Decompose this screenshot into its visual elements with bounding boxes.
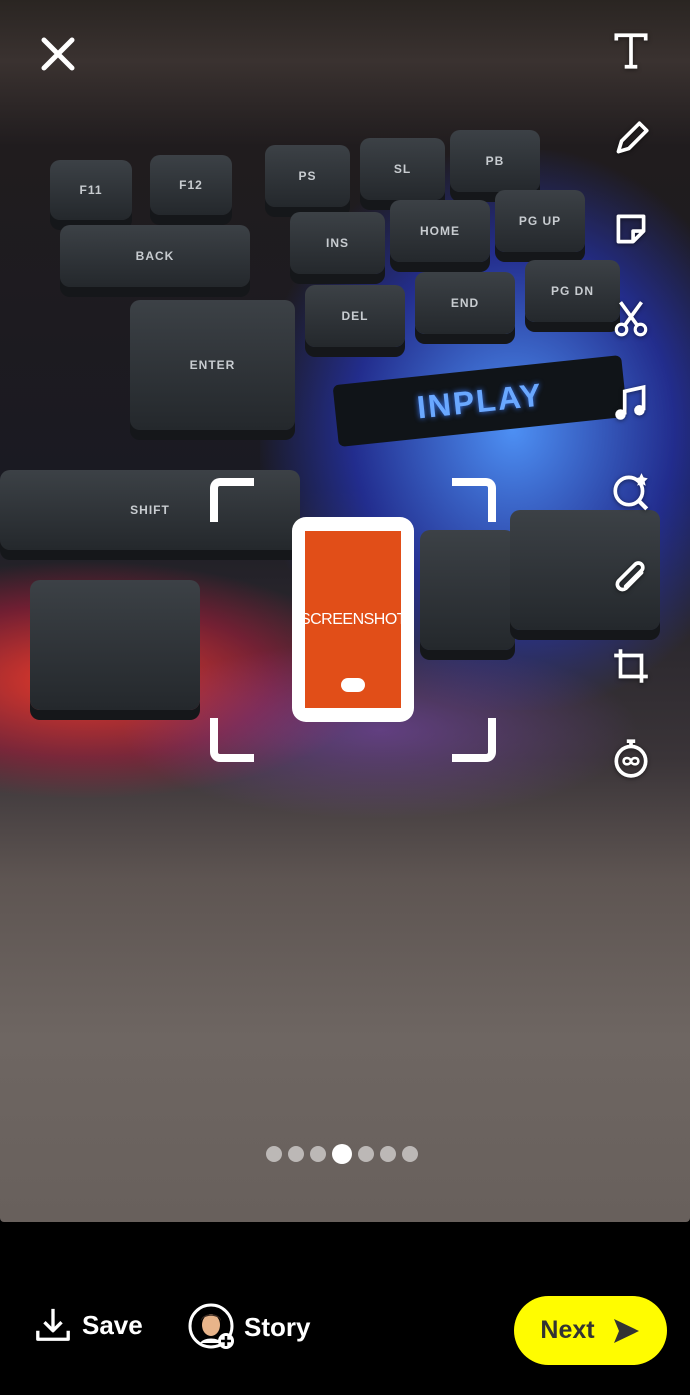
save-button[interactable]: Save [34,1306,143,1344]
key: HOME [390,200,490,262]
lens-tool-button[interactable] [605,466,657,516]
phone-screen: SCREENSHOT [300,531,407,708]
frame-corner [210,478,254,522]
key: END [415,272,515,334]
page-dot[interactable] [266,1146,282,1162]
close-button[interactable] [38,34,78,74]
pencil-icon [616,121,649,154]
frame-corner [452,718,496,762]
attach-link-button[interactable] [605,554,657,604]
sticker-tool-button[interactable] [605,204,657,254]
page-dot[interactable] [332,1144,352,1164]
download-icon [36,1308,70,1341]
sticker-label: SCREENSHOT [299,610,407,628]
send-arrow-icon [613,1318,639,1343]
timer-icon [614,739,648,778]
next-label: Next [540,1316,595,1344]
phone-icon: SCREENSHOT [292,517,414,722]
frame-corner [210,718,254,762]
scissors-tool-button[interactable] [605,294,657,344]
timer-tool-button[interactable] [605,733,657,783]
key [420,530,515,650]
key: INS [290,212,385,274]
bitmoji-avatar [188,1303,234,1349]
story-label: Story [244,1311,311,1342]
key: PS [265,145,350,207]
text-tool-button[interactable] [605,26,657,76]
music-tool-button[interactable] [605,379,657,429]
crop-icon [614,649,648,683]
music-icon [615,384,646,420]
key: F11 [50,160,132,220]
save-label: Save [82,1309,143,1340]
key: SL [360,138,445,200]
scissors-icon [614,301,648,337]
lens-icon [613,473,649,511]
key: PG UP [495,190,585,252]
next-button[interactable]: Next [514,1296,667,1365]
paperclip-icon [615,561,645,592]
page-dot[interactable] [288,1146,304,1162]
key: F12 [150,155,232,215]
key: PB [450,130,540,192]
key: ENTER [130,300,295,430]
key: DEL [305,285,405,347]
crop-tool-button[interactable] [605,641,657,691]
page-dot[interactable] [402,1146,418,1162]
page-dot[interactable] [310,1146,326,1162]
draw-tool-button[interactable] [605,114,657,164]
page-dot[interactable] [358,1146,374,1162]
text-icon [614,33,648,69]
home-button-shape [341,678,365,692]
sticker-icon [616,214,646,244]
page-dot[interactable] [380,1146,396,1162]
story-button[interactable]: Story [188,1303,310,1351]
page-indicator [266,1144,418,1164]
frame-corner [452,478,496,522]
key: SHIFT [0,470,300,550]
key [30,580,200,710]
key: BACK [60,225,250,287]
close-icon [41,37,75,71]
